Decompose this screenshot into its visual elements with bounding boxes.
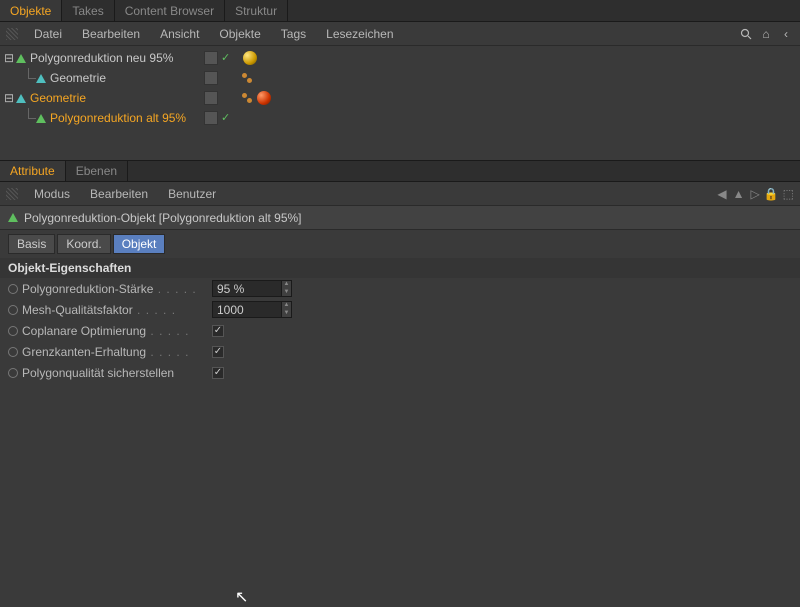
prop-label: Polygonqualität sicherstellen xyxy=(22,366,212,380)
spinner-icon[interactable]: ▲▼ xyxy=(282,301,292,318)
subtab-koord[interactable]: Koord. xyxy=(57,234,110,254)
tag-row[interactable] xyxy=(204,88,800,108)
collapse-icon[interactable]: ⊟ xyxy=(4,93,14,103)
attribute-tab-bar: Attribute Ebenen xyxy=(0,160,800,182)
tab-objekte[interactable]: Objekte xyxy=(0,0,62,21)
home-icon[interactable]: ⌂ xyxy=(758,26,774,42)
section-header: Objekt-Eigenschaften xyxy=(0,258,800,278)
prop-label: Mesh-Qualitätsfaktor xyxy=(22,303,212,317)
attribute-title: Polygonreduktion-Objekt [Polygonreduktio… xyxy=(24,211,302,225)
grip-icon[interactable] xyxy=(6,28,18,40)
coplanar-checkbox[interactable] xyxy=(212,325,224,337)
material-tag-icon[interactable] xyxy=(257,91,271,105)
grip-icon[interactable] xyxy=(6,188,18,200)
prop-row-boundary: Grenzkanten-Erhaltung xyxy=(0,341,800,362)
tree-row[interactable]: Geometrie xyxy=(0,68,200,88)
enabled-check-icon[interactable]: ✓ xyxy=(221,53,231,63)
polygon-reduction-icon xyxy=(36,114,46,123)
lock-icon[interactable]: 🔒 xyxy=(764,187,779,201)
tree-connector-icon xyxy=(22,108,36,128)
subtab-objekt[interactable]: Objekt xyxy=(113,234,166,254)
subtab-basis[interactable]: Basis xyxy=(8,234,55,254)
prop-row-polyquality: Polygonqualität sicherstellen xyxy=(0,362,800,383)
tab-struktur[interactable]: Struktur xyxy=(225,0,288,21)
object-label[interactable]: Geometrie xyxy=(30,91,86,105)
attribute-menu: Modus Bearbeiten Benutzer ◀ ▲ ▷ 🔒 ⬚ xyxy=(0,182,800,206)
menu-benutzer[interactable]: Benutzer xyxy=(158,183,226,205)
menu-objekte[interactable]: Objekte xyxy=(209,23,270,45)
selection-tag-icon[interactable] xyxy=(240,71,254,85)
polyquality-checkbox[interactable] xyxy=(212,367,224,379)
tree-row[interactable]: ⊟ Polygonreduktion neu 95% xyxy=(0,48,200,68)
strength-input[interactable] xyxy=(212,280,282,297)
tag-row[interactable]: ✓ xyxy=(204,108,800,128)
prop-label: Coplanare Optimierung xyxy=(22,324,212,338)
menu-tags[interactable]: Tags xyxy=(271,23,316,45)
anim-dot-icon[interactable] xyxy=(8,326,18,336)
prop-label: Polygonreduktion-Stärke xyxy=(22,282,212,296)
cursor-icon: ↖ xyxy=(235,587,248,607)
anim-dot-icon[interactable] xyxy=(8,368,18,378)
menu-lesezeichen[interactable]: Lesezeichen xyxy=(316,23,403,45)
tree-connector-icon xyxy=(22,68,36,88)
nav-up-icon[interactable]: ▲ xyxy=(733,187,745,201)
tab-attribute[interactable]: Attribute xyxy=(0,161,66,181)
boundary-checkbox[interactable] xyxy=(212,346,224,358)
tab-content-browser[interactable]: Content Browser xyxy=(115,0,225,21)
menu-ansicht[interactable]: Ansicht xyxy=(150,23,209,45)
polygon-reduction-icon xyxy=(16,54,26,63)
mesh-icon xyxy=(16,94,26,103)
object-tree: ⊟ Polygonreduktion neu 95% Geometrie ⊟ G… xyxy=(0,46,800,158)
anim-dot-icon[interactable] xyxy=(8,305,18,315)
attribute-subtabs: Basis Koord. Objekt xyxy=(0,230,800,258)
collapse-icon[interactable]: ⊟ xyxy=(4,53,14,63)
object-label[interactable]: Polygonreduktion alt 95% xyxy=(50,111,186,125)
selection-tag-icon[interactable] xyxy=(240,91,254,105)
prop-label: Grenzkanten-Erhaltung xyxy=(22,345,212,359)
prop-row-quality: Mesh-Qualitätsfaktor ▲▼ xyxy=(0,299,800,320)
spinner-icon[interactable]: ▲▼ xyxy=(282,280,292,297)
object-label[interactable]: Geometrie xyxy=(50,71,106,85)
material-tag-icon[interactable] xyxy=(243,51,257,65)
search-icon[interactable] xyxy=(738,26,754,42)
nav-back-icon[interactable]: ◀ xyxy=(717,187,726,201)
attribute-object-header: Polygonreduktion-Objekt [Polygonreduktio… xyxy=(0,206,800,230)
tag-row[interactable] xyxy=(204,68,800,88)
layer-tag-icon[interactable] xyxy=(204,91,218,105)
tree-row[interactable]: Polygonreduktion alt 95% xyxy=(0,108,200,128)
prop-row-strength: Polygonreduktion-Stärke ▲▼ xyxy=(0,278,800,299)
menu-bearbeiten[interactable]: Bearbeiten xyxy=(72,23,150,45)
polygon-reduction-icon xyxy=(8,213,18,222)
enabled-check-icon[interactable]: ✓ xyxy=(221,113,231,123)
element-icon[interactable]: ⬚ xyxy=(783,187,794,201)
layer-tag-icon[interactable] xyxy=(204,51,218,65)
anim-dot-icon[interactable] xyxy=(8,347,18,357)
menu-modus[interactable]: Modus xyxy=(24,183,80,205)
layer-tag-icon[interactable] xyxy=(204,111,218,125)
top-tab-bar: Objekte Takes Content Browser Struktur xyxy=(0,0,800,22)
tab-ebenen[interactable]: Ebenen xyxy=(66,161,128,181)
layer-tag-icon[interactable] xyxy=(204,71,218,85)
tab-takes[interactable]: Takes xyxy=(62,0,114,21)
object-label[interactable]: Polygonreduktion neu 95% xyxy=(30,51,173,65)
anim-dot-icon[interactable] xyxy=(8,284,18,294)
nav-forward-icon[interactable]: ▷ xyxy=(750,187,759,201)
quality-input[interactable] xyxy=(212,301,282,318)
chevron-left-icon[interactable]: ‹ xyxy=(778,26,794,42)
mesh-icon xyxy=(36,74,46,83)
tree-row[interactable]: ⊟ Geometrie xyxy=(0,88,200,108)
prop-row-coplanar: Coplanare Optimierung xyxy=(0,320,800,341)
menu-bearbeiten-2[interactable]: Bearbeiten xyxy=(80,183,158,205)
tag-row[interactable]: ✓ xyxy=(204,48,800,68)
menu-datei[interactable]: Datei xyxy=(24,23,72,45)
object-manager-menu: Datei Bearbeiten Ansicht Objekte Tags Le… xyxy=(0,22,800,46)
